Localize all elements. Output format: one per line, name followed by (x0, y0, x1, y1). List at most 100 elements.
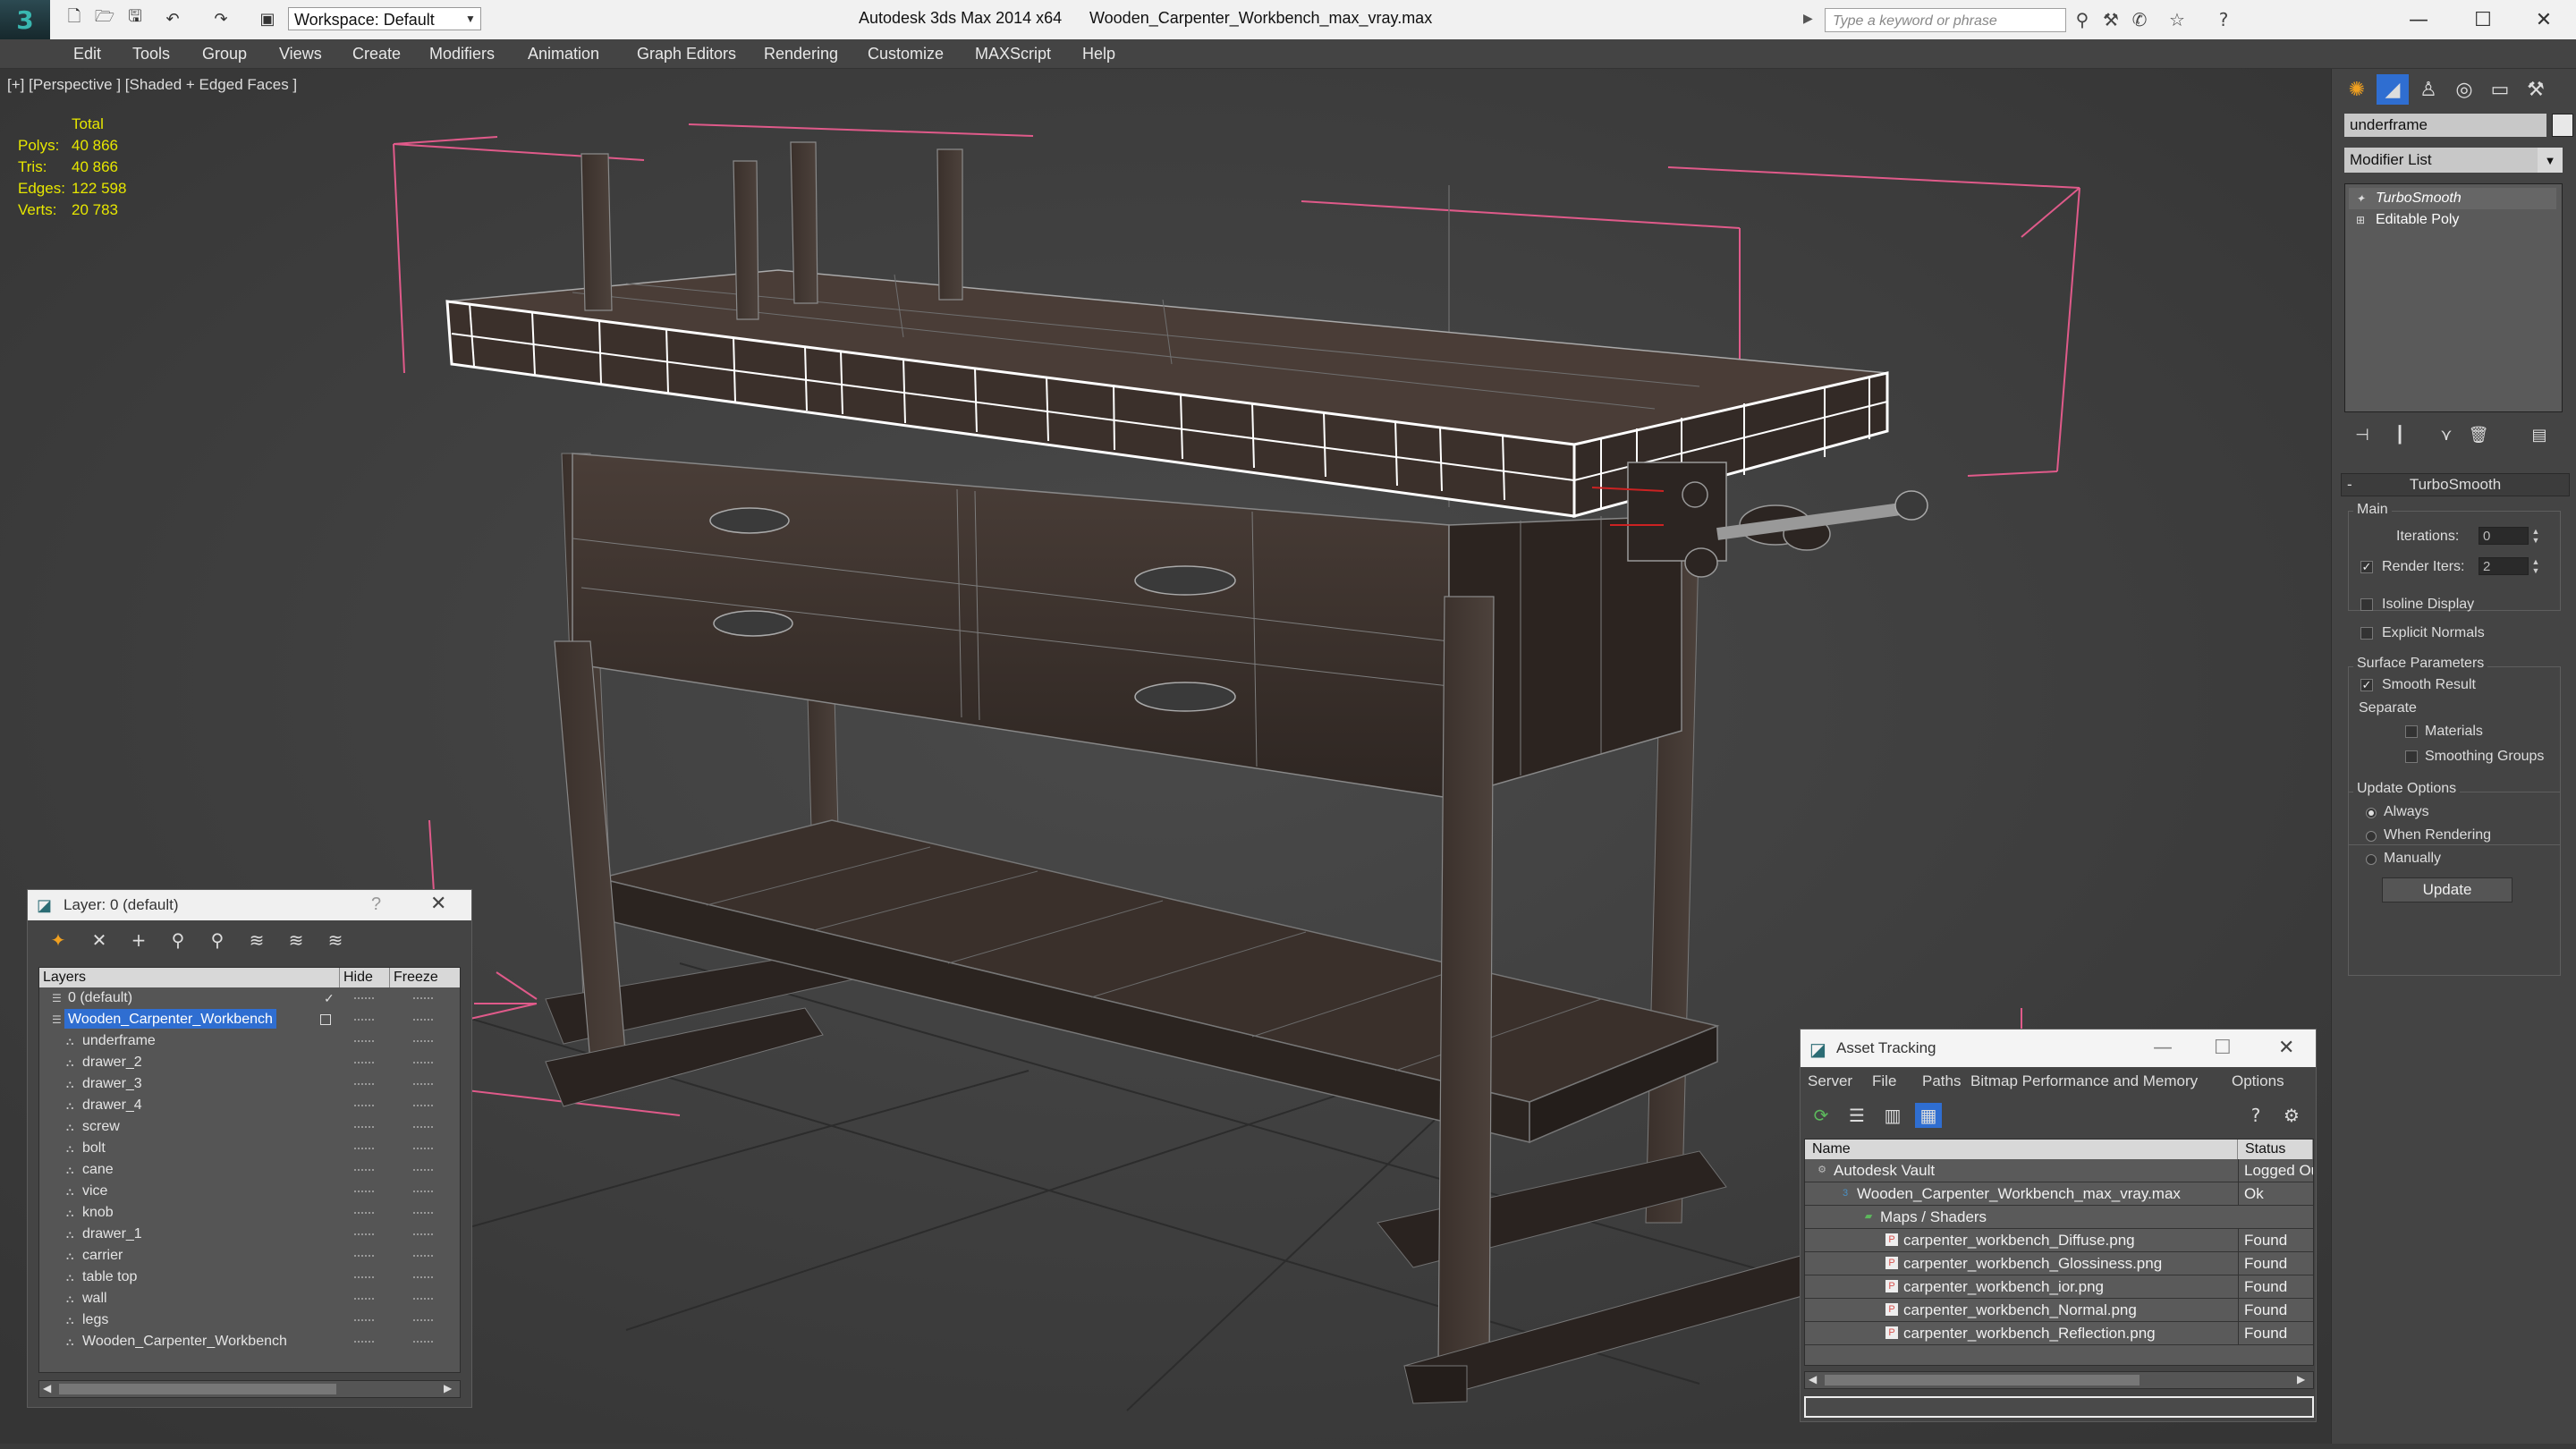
menu-animation[interactable]: Animation (528, 39, 599, 68)
scroll-left-icon[interactable]: ◀ (1809, 1373, 1817, 1385)
project-folder-icon[interactable]: ▣ (256, 7, 279, 30)
asset-row[interactable]: Pcarpenter_workbench_Reflection.png Found (1805, 1322, 2313, 1345)
asset-row[interactable]: ⚙ Autodesk Vault Logged Out (1805, 1159, 2313, 1182)
show-end-result-icon[interactable]: ┃ (2385, 421, 2414, 448)
hide-toggle[interactable] (354, 1019, 374, 1021)
layer-row[interactable]: ☰ Wooden_Carpenter_Workbench (39, 1009, 460, 1030)
when-rendering-radio[interactable] (2366, 831, 2377, 842)
menu-paths[interactable]: Paths (1922, 1072, 1961, 1090)
chevron-down-icon[interactable]: ▼ (2538, 148, 2563, 173)
layer-row[interactable]: ⛬ drawer_2 (39, 1052, 460, 1073)
column-header-layers[interactable]: Layers (39, 968, 340, 987)
layer-row[interactable]: ⛬ underframe (39, 1030, 460, 1052)
subscription-icon[interactable]: ⚒ (2098, 9, 2123, 30)
layer-row[interactable]: ⛬ wall (39, 1288, 460, 1309)
freeze-all-icon[interactable]: ≋ (323, 928, 348, 953)
hide-toggle[interactable] (354, 1191, 374, 1193)
update-button[interactable]: Update (2382, 877, 2512, 902)
layer-row[interactable]: ⛬ knob (39, 1202, 460, 1224)
stack-item-turbosmooth[interactable]: ✦ TurboSmooth (2349, 188, 2556, 209)
freeze-toggle[interactable] (413, 1062, 433, 1064)
menu-help[interactable]: Help (1082, 39, 1115, 68)
render-iters-spinner[interactable]: 2 (2479, 557, 2529, 575)
freeze-toggle[interactable] (413, 1105, 433, 1107)
search-input[interactable]: Type a keyword or phrase (1825, 8, 2066, 32)
set-current-layer-icon[interactable]: ≋ (244, 928, 269, 953)
asset-window-titlebar[interactable]: ◪ Asset Tracking — ☐ ✕ (1801, 1030, 2316, 1067)
freeze-toggle[interactable] (413, 1169, 433, 1172)
close-icon[interactable]: ✕ (2512, 0, 2576, 39)
asset-row[interactable]: 3 Wooden_Carpenter_Workbench_max_vray.max… (1805, 1182, 2313, 1206)
asset-path-field[interactable] (1804, 1396, 2314, 1418)
new-layer-icon[interactable]: ✦ (46, 928, 71, 953)
chevron-down-icon[interactable]: ▼ (460, 7, 481, 30)
maximize-icon[interactable]: ☐ (2451, 0, 2515, 39)
layer-row[interactable]: ⛬ screw (39, 1116, 460, 1138)
hide-toggle[interactable] (354, 1212, 374, 1215)
app-logo-icon[interactable]: 3 (0, 0, 50, 39)
communication-icon[interactable]: ✆ (2127, 9, 2152, 30)
hide-toggle[interactable] (354, 997, 374, 1000)
object-name-field[interactable]: underframe (2344, 114, 2546, 137)
add-to-layer-icon[interactable]: + (126, 928, 151, 953)
freeze-toggle[interactable] (413, 1298, 433, 1301)
scrollbar-thumb[interactable] (59, 1384, 336, 1394)
freeze-toggle[interactable] (413, 1040, 433, 1043)
hide-toggle[interactable] (354, 1062, 374, 1064)
materials-checkbox[interactable] (2405, 725, 2418, 738)
freeze-toggle[interactable] (413, 1276, 433, 1279)
menu-edit[interactable]: Edit (73, 39, 101, 68)
menu-views[interactable]: Views (279, 39, 322, 68)
search-expand-icon[interactable]: ▶ (1803, 11, 1813, 26)
layer-row[interactable]: ⛬ drawer_3 (39, 1073, 460, 1095)
layer-row[interactable]: ⛬ cane (39, 1159, 460, 1181)
highlight-icon[interactable]: ⚙ (2278, 1103, 2305, 1128)
layer-row[interactable]: ⛬ legs (39, 1309, 460, 1331)
always-radio[interactable] (2366, 808, 2377, 818)
hide-toggle[interactable] (354, 1083, 374, 1086)
smoothing-groups-checkbox[interactable] (2405, 750, 2418, 763)
asset-row[interactable]: Pcarpenter_workbench_ior.png Found (1805, 1275, 2313, 1299)
hide-toggle[interactable] (354, 1105, 374, 1107)
hide-toggle[interactable] (354, 1040, 374, 1043)
asset-row[interactable]: Pcarpenter_workbench_Diffuse.png Found (1805, 1229, 2313, 1252)
menu-options[interactable]: Options (2232, 1072, 2284, 1090)
freeze-toggle[interactable] (413, 1148, 433, 1150)
refresh-icon[interactable]: ⟳ (1808, 1103, 1835, 1128)
scroll-right-icon[interactable]: ▶ (2297, 1373, 2305, 1385)
layer-window-titlebar[interactable]: ◪ Layer: 0 (default) ? ✕ (28, 890, 471, 920)
menu-rendering[interactable]: Rendering (764, 39, 838, 68)
freeze-toggle[interactable] (413, 1341, 433, 1343)
column-header-status[interactable]: Status (2238, 1140, 2313, 1159)
menu-group[interactable]: Group (202, 39, 247, 68)
menu-tools[interactable]: Tools (132, 39, 170, 68)
freeze-toggle[interactable] (413, 997, 433, 1000)
lightbulb-icon[interactable]: ✦ (2356, 193, 2367, 204)
close-icon[interactable]: ✕ (2278, 1037, 2294, 1059)
hide-toggle[interactable] (354, 1319, 374, 1322)
create-tab-icon[interactable]: ✺ (2341, 74, 2373, 105)
hide-all-icon[interactable]: ≋ (284, 928, 309, 953)
help-icon[interactable]: ? (2242, 1103, 2269, 1128)
menu-bitmap-performance[interactable]: Bitmap Performance and Memory (1970, 1072, 2198, 1090)
spinner-arrows-icon[interactable]: ▲ ▼ (2530, 557, 2541, 575)
iterations-spinner[interactable]: 0 (2479, 527, 2529, 545)
select-layer-icon[interactable]: ⚲ (205, 928, 230, 953)
select-objects-icon[interactable]: ⚲ (165, 928, 191, 953)
hide-toggle[interactable] (354, 1298, 374, 1301)
menu-customize[interactable]: Customize (868, 39, 944, 68)
open-file-icon[interactable]: 🗁 (93, 7, 116, 30)
smooth-result-checkbox[interactable]: ✓ (2360, 679, 2373, 691)
spinner-arrows-icon[interactable]: ▲ ▼ (2530, 527, 2541, 545)
menu-create[interactable]: Create (352, 39, 401, 68)
expand-plus-icon[interactable]: ⊞ (2356, 215, 2367, 225)
set-current-layer-icon[interactable] (320, 1014, 331, 1025)
utilities-tab-icon[interactable]: ⚒ (2520, 74, 2552, 105)
motion-tab-icon[interactable]: ◎ (2448, 74, 2480, 105)
hide-toggle[interactable] (354, 1255, 374, 1258)
turbosmooth-rollout-header[interactable]: - TurboSmooth (2341, 473, 2570, 496)
layer-row[interactable]: ⛬ carrier (39, 1245, 460, 1267)
maximize-icon[interactable]: ☐ (2214, 1037, 2232, 1059)
viewport-label[interactable]: [+] [Perspective ] [Shaded + Edged Faces… (7, 76, 297, 94)
configure-sets-icon[interactable]: ▤ (2525, 421, 2554, 448)
